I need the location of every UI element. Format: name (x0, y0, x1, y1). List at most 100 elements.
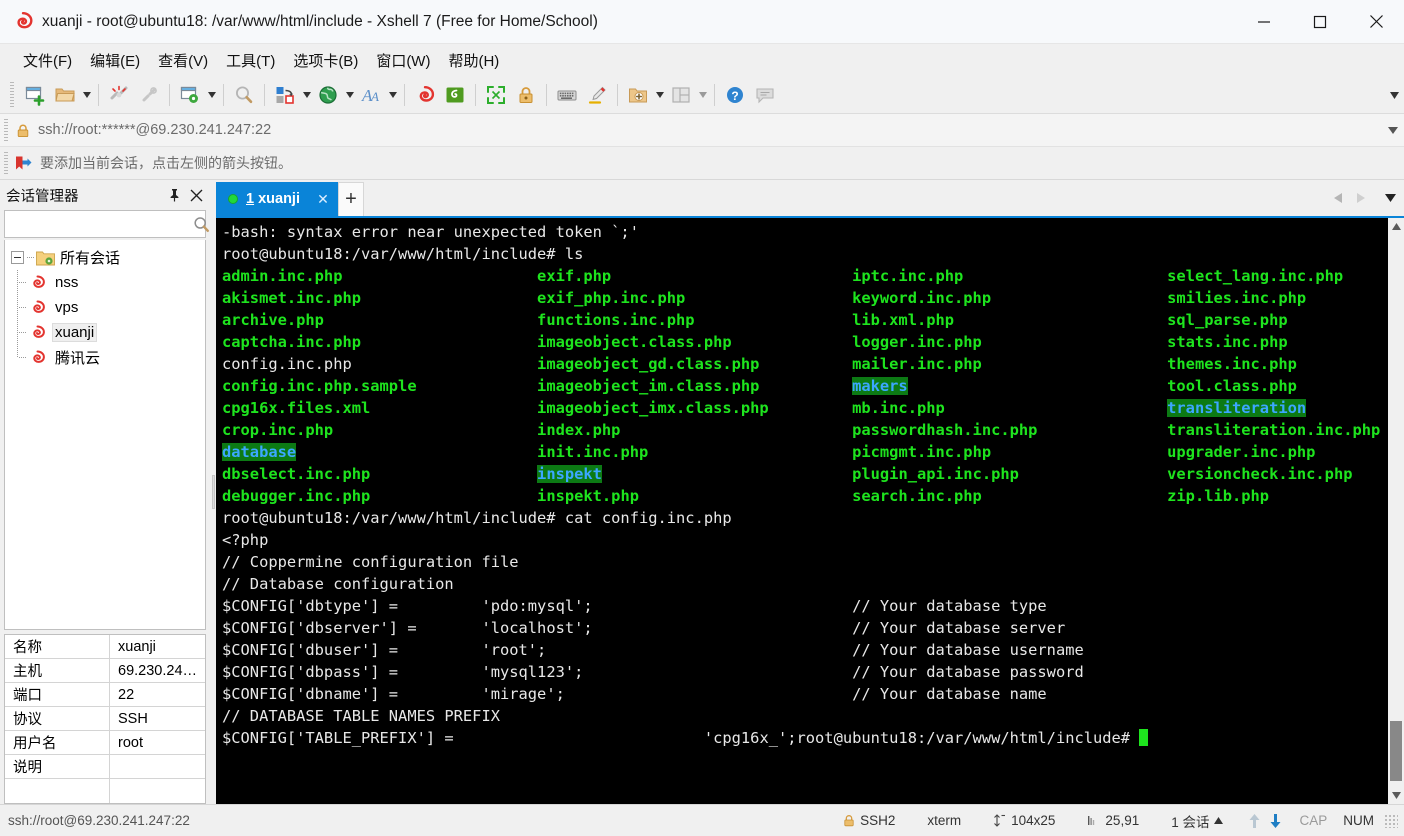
xftp-icon[interactable] (440, 80, 470, 110)
tab-close-icon[interactable]: ✕ (314, 190, 332, 208)
menu-tabs[interactable]: 选项卡(B) (284, 47, 367, 74)
chat-icon[interactable] (750, 80, 780, 110)
lock-icon (16, 123, 30, 138)
session-item-vps[interactable]: vps (17, 295, 205, 320)
xshell-window: xuanji - root@ubuntu18: /var/www/html/in… (0, 0, 1404, 836)
terminal-text: // Your database name (852, 685, 1047, 703)
terminal-text: // Database configuration (222, 575, 454, 593)
session-icon (28, 324, 47, 341)
toolbar-overflow-icon[interactable] (1386, 76, 1402, 114)
tree-root-all-sessions[interactable]: 所有会话 (5, 245, 205, 270)
open-folder-icon[interactable] (50, 80, 80, 110)
terminal-text: makers (852, 377, 908, 395)
terminal-line: admin.inc.php exif.php iptc.inc.php sele… (222, 265, 1387, 287)
disconnect-icon[interactable] (104, 80, 134, 110)
search-icon[interactable] (193, 216, 210, 233)
file-transfer-icon[interactable] (270, 80, 300, 110)
new-folder-icon[interactable] (623, 80, 653, 110)
terminal-text: $CONFIG['TABLE_PREFIX'] = (222, 729, 704, 747)
close-button[interactable] (1348, 0, 1404, 44)
terminal-output[interactable]: -bash: syntax error near unexpected toke… (216, 218, 1387, 804)
toolbar-grip[interactable] (10, 81, 14, 108)
open-folder-caret-icon[interactable] (80, 80, 93, 110)
menu-tools[interactable]: 工具(T) (217, 47, 284, 74)
font-caret-icon[interactable] (386, 80, 399, 110)
globe-icon[interactable] (313, 80, 343, 110)
maximize-button[interactable] (1292, 0, 1348, 44)
session-properties-icon[interactable] (175, 80, 205, 110)
svg-text:A: A (370, 89, 379, 104)
terminal-line: akismet.inc.php exif_php.inc.php keyword… (222, 287, 1387, 309)
bookmark-arrow-icon[interactable] (14, 155, 32, 171)
terminal-line: // DATABASE TABLE NAMES PREFIX (222, 705, 1387, 727)
property-row-name: 名称 xuanji (5, 635, 205, 659)
tab-number: 1 (246, 191, 255, 207)
layout-caret-icon[interactable] (696, 80, 709, 110)
terminal-text: picmgmt.inc.php (852, 443, 1168, 461)
terminal-text: passwordhash.inc.php (852, 421, 1168, 439)
session-item-tencent-cloud[interactable]: 腾讯云 (17, 345, 205, 370)
menu-edit[interactable]: 编辑(E) (81, 47, 149, 74)
address-bar[interactable]: ssh://root:******@69.230.241.247:22 (0, 114, 1404, 147)
search-input[interactable] (5, 215, 193, 233)
chevron-up-icon[interactable] (1214, 817, 1224, 824)
splitter-knob[interactable] (211, 475, 215, 509)
resize-grip-icon[interactable] (1384, 813, 1398, 828)
tab-menu-icon[interactable] (1380, 185, 1400, 211)
help-icon[interactable]: ? (720, 80, 750, 110)
close-icon[interactable] (186, 184, 206, 206)
session-tree[interactable]: 所有会话 nss vps xuanji 腾讯云 (4, 240, 206, 630)
status-term-type: xterm (911, 813, 977, 828)
reconnect-icon[interactable] (134, 80, 164, 110)
scroll-track[interactable] (1388, 235, 1404, 787)
new-tab-button[interactable]: + (337, 182, 364, 216)
scroll-up-icon[interactable] (1388, 218, 1404, 235)
terminal-text: iptc.inc.php (852, 267, 1168, 285)
layout-icon[interactable] (666, 80, 696, 110)
keyboard-icon[interactable] (552, 80, 582, 110)
terminal-text: exif_php.inc.php (537, 289, 853, 307)
new-session-icon[interactable] (20, 80, 50, 110)
session-search-box[interactable] (4, 210, 209, 238)
fullscreen-icon[interactable] (481, 80, 511, 110)
font-icon[interactable]: A A (356, 80, 386, 110)
menu-view[interactable]: 查看(V) (149, 47, 217, 74)
terminal-text: // DATABASE TABLE NAMES PREFIX (222, 707, 500, 725)
collapse-icon[interactable] (11, 251, 24, 264)
terminal-text: smilies.inc.php (1167, 289, 1307, 307)
scroll-down-icon[interactable] (1388, 787, 1404, 804)
globe-caret-icon[interactable] (343, 80, 356, 110)
terminal-text: imageobject_gd.class.php (537, 355, 853, 373)
menu-help[interactable]: 帮助(H) (439, 47, 508, 74)
new-folder-caret-icon[interactable] (653, 80, 666, 110)
property-row-host: 主机 69.230.24… (5, 659, 205, 683)
terminal-text: // Your database server (852, 619, 1066, 637)
menu-file[interactable]: 文件(F) (14, 47, 81, 74)
address-url[interactable]: ssh://root:******@69.230.241.247:22 (38, 122, 271, 138)
session-item-nss[interactable]: nss (17, 270, 205, 295)
property-key (5, 779, 110, 803)
terminal-line: debugger.inc.php inspekt.php search.inc.… (222, 485, 1387, 507)
tab-prev-icon[interactable] (1328, 185, 1348, 211)
status-sessions[interactable]: 1 会话 (1155, 811, 1239, 831)
terminal-text: config.inc.php (222, 355, 538, 373)
pin-icon[interactable] (164, 184, 184, 206)
terminal-scrollbar[interactable] (1387, 218, 1404, 804)
lock-icon[interactable] (511, 80, 541, 110)
address-dropdown-icon[interactable] (1388, 114, 1398, 147)
menu-window[interactable]: 窗口(W) (367, 47, 439, 74)
session-item-xuanji[interactable]: xuanji (17, 320, 205, 345)
hint-bar-grip[interactable] (4, 152, 8, 174)
scroll-thumb[interactable] (1390, 721, 1402, 781)
address-bar-grip[interactable] (4, 119, 8, 141)
xshell-icon[interactable] (410, 80, 440, 110)
highlight-icon[interactable] (582, 80, 612, 110)
tab-xuanji[interactable]: 1 xuanji ✕ (216, 182, 338, 216)
minimize-button[interactable] (1236, 0, 1292, 44)
session-properties-caret-icon[interactable] (205, 80, 218, 110)
tab-next-icon[interactable] (1350, 185, 1370, 211)
terminal-text: crop.inc.php (222, 421, 538, 439)
terminal-line: crop.inc.php index.php passwordhash.inc.… (222, 419, 1387, 441)
find-icon[interactable] (229, 80, 259, 110)
file-transfer-caret-icon[interactable] (300, 80, 313, 110)
